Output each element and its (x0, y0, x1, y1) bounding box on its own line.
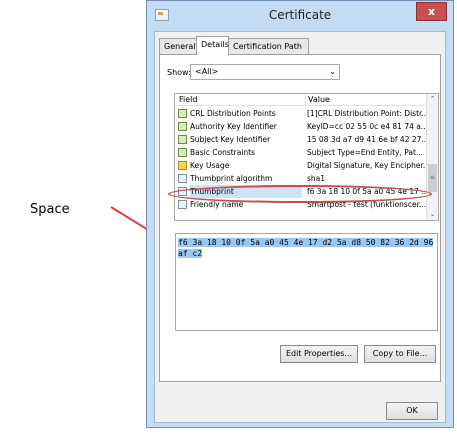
close-button[interactable]: x (416, 2, 447, 21)
list-item[interactable]: Authority Key Identifier KeyID=cc 02 55 … (175, 120, 428, 133)
scroll-thumb[interactable]: ≡ (428, 164, 437, 192)
space-annotation-label: Space (30, 202, 70, 217)
row-field: Key Usage (190, 161, 230, 170)
document-icon (178, 187, 187, 196)
scroll-down-icon[interactable]: ⌄ (427, 209, 438, 220)
show-dropdown[interactable]: <All> ⌄ (190, 64, 340, 80)
edit-properties-button[interactable]: Edit Properties... (280, 345, 358, 363)
cert-icon (178, 109, 187, 118)
row-value: sha1 (307, 174, 326, 183)
row-value: f6 3a 18 10 0f 5a a0 45 4e 17 ... (307, 187, 427, 196)
list-item-thumbprint[interactable]: Thumbprint f6 3a 18 10 0f 5a a0 45 4e 17… (175, 185, 428, 198)
list-item[interactable]: Basic Constraints Subject Type=End Entit… (175, 146, 428, 159)
row-field: Subject Key Identifier (190, 135, 271, 144)
column-header-field[interactable]: Field (179, 94, 197, 105)
row-field: Thumbprint (190, 185, 302, 198)
row-field: Thumbprint algorithm (190, 174, 273, 183)
tab-general[interactable]: General (159, 38, 197, 54)
document-icon (178, 200, 187, 209)
row-value: Smartpost - test (funktionscer... (307, 200, 427, 209)
certificate-dialog: Certificate x General Details Certificat… (146, 0, 454, 428)
row-value: Subject Type=End Entity, Pat... (307, 148, 424, 157)
warning-icon (178, 161, 187, 170)
fields-list[interactable]: Field Value CRL Distribution Points [1]C… (174, 93, 439, 221)
row-field: Friendly name (190, 200, 244, 209)
title-bar[interactable]: Certificate x (147, 1, 453, 31)
window-title: Certificate (268, 8, 332, 22)
list-item[interactable]: CRL Distribution Points [1]CRL Distribut… (175, 107, 428, 120)
row-value: KeyID=cc 02 55 0c e4 81 74 a... (307, 122, 427, 131)
list-item[interactable]: Key Usage Digital Signature, Key Enciphe… (175, 159, 428, 172)
list-item[interactable]: Subject Key Identifier 15 08 3d a7 d9 41… (175, 133, 428, 146)
copy-to-file-button[interactable]: Copy to File... (364, 345, 436, 363)
show-dropdown-value: <All> (195, 67, 219, 76)
row-value: [1]CRL Distribution Point: Distr... (307, 109, 427, 118)
details-panel: Show: <All> ⌄ Field Value CRL Distributi… (159, 54, 441, 382)
row-field: Basic Constraints (190, 148, 256, 157)
row-value: Digital Signature, Key Encipher... (307, 161, 427, 170)
dialog-client-area: General Details Certification Path Show:… (154, 31, 446, 423)
cert-icon (178, 148, 187, 157)
column-header-value[interactable]: Value (305, 94, 330, 105)
list-item[interactable]: Friendly name Smartpost - test (funktion… (175, 198, 428, 211)
list-scrollbar[interactable]: ⌃ ≡ ⌄ (426, 94, 438, 220)
list-header: Field Value (175, 94, 438, 106)
tab-details[interactable]: Details (196, 36, 229, 55)
thumbprint-value-text[interactable]: f6 3a 18 10 0f 5a a0 45 4e 17 d2 5a d8 5… (178, 238, 434, 258)
list-item[interactable]: Thumbprint algorithm sha1 (175, 172, 428, 185)
document-icon (178, 174, 187, 183)
cert-icon (178, 122, 187, 131)
scroll-up-icon[interactable]: ⌃ (427, 94, 438, 105)
value-detail-box[interactable]: f6 3a 18 10 0f 5a a0 45 4e 17 d2 5a d8 5… (175, 233, 438, 331)
chevron-down-icon: ⌄ (329, 67, 336, 76)
cert-icon (178, 135, 187, 144)
row-field: CRL Distribution Points (190, 109, 276, 118)
row-value: 15 08 3d a7 d9 41 6e bf 42 27... (307, 135, 427, 144)
ok-button[interactable]: OK (386, 402, 438, 420)
row-field: Authority Key Identifier (190, 122, 277, 131)
show-label: Show: (167, 68, 191, 77)
tab-certification-path[interactable]: Certification Path (228, 38, 309, 54)
